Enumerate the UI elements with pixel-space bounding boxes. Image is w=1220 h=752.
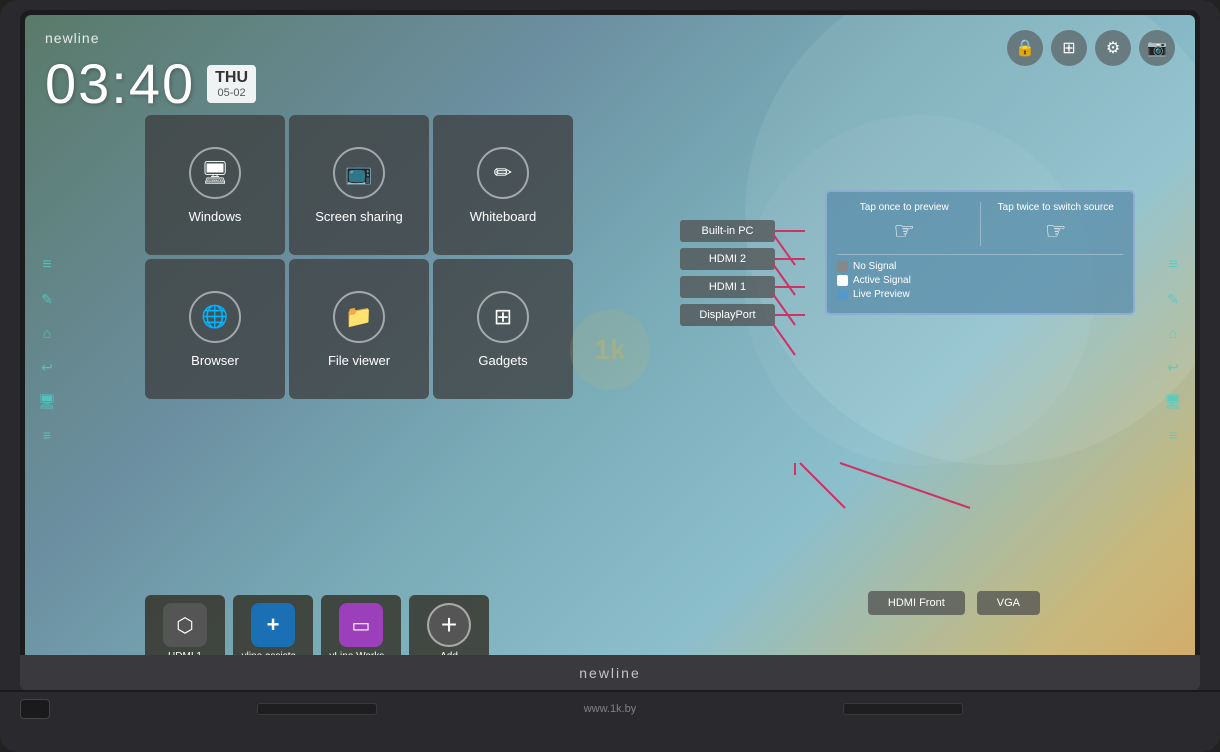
sidebar-left-annotate[interactable]: ✎ bbox=[33, 285, 61, 313]
file-viewer-label: File viewer bbox=[328, 353, 390, 368]
displayport-row: DisplayPort bbox=[680, 304, 805, 326]
windows-icon: 🖥 bbox=[189, 147, 241, 199]
hdmi1-icon: ⬡ bbox=[163, 603, 207, 647]
grid-item-file-viewer[interactable]: 📁 File viewer bbox=[289, 259, 429, 399]
sidebar-left-menu[interactable]: ≡ bbox=[33, 251, 61, 279]
builtin-pc-row: Built-in PC bbox=[680, 220, 805, 242]
screen-sharing-icon: 📺 bbox=[333, 147, 385, 199]
tap-once-hand-icon: ☞ bbox=[893, 217, 915, 246]
clock-display: 03:40 bbox=[45, 51, 195, 116]
vline-works-icon: ▭ bbox=[339, 603, 383, 647]
hdmi-front-button[interactable]: HDMI Front bbox=[868, 591, 965, 615]
active-signal-dot bbox=[837, 275, 848, 286]
app-grid: 🖥 Windows 📺 Screen sharing ✏ Whiteboard … bbox=[145, 115, 573, 399]
sidebar-right-more[interactable]: ≡ bbox=[1159, 421, 1187, 449]
sidebar-right-menu[interactable]: ≡ bbox=[1159, 251, 1187, 279]
source-selector: Built-in PC HDMI 2 HDMI 1 DisplayPort bbox=[680, 220, 805, 326]
whiteboard-icon: ✏ bbox=[477, 147, 529, 199]
main-screen: newline 03:40 THU 05-02 🔒 ⊞ ⚙ 📷 bbox=[25, 15, 1195, 685]
tap-twice-hand-icon: ☞ bbox=[1045, 217, 1067, 246]
watermark: 1k bbox=[570, 310, 650, 390]
displayport-button[interactable]: DisplayPort bbox=[680, 304, 775, 326]
header-icon-group: 🔒 ⊞ ⚙ 📷 bbox=[1007, 30, 1175, 66]
day-display: THU bbox=[215, 69, 248, 87]
whiteboard-label: Whiteboard bbox=[470, 209, 536, 224]
sidebar-left-screen[interactable]: 🖥 bbox=[33, 387, 61, 415]
source-legend: No Signal Active Signal Live Preview bbox=[837, 254, 1123, 300]
camera-icon[interactable]: 📷 bbox=[1139, 30, 1175, 66]
gadgets-label: Gadgets bbox=[478, 353, 527, 368]
active-signal-label: Active Signal bbox=[853, 275, 911, 286]
hdmi1-source-button[interactable]: HDMI 1 bbox=[680, 276, 775, 298]
legend-live-preview: Live Preview bbox=[837, 289, 1123, 300]
base-url: www.1k.by bbox=[584, 703, 637, 715]
no-signal-label: No Signal bbox=[853, 261, 896, 272]
hdmi2-row: HDMI 2 bbox=[680, 248, 805, 270]
sidebar-left-home[interactable]: ⌂ bbox=[33, 319, 61, 347]
grid-item-windows[interactable]: 🖥 Windows bbox=[145, 115, 285, 255]
sidebar-right-screen[interactable]: 🖥 bbox=[1159, 387, 1187, 415]
tap-once-text: Tap once to preview bbox=[860, 202, 949, 213]
grid-item-gadgets[interactable]: ⊞ Gadgets bbox=[433, 259, 573, 399]
sidebar-right-annotate[interactable]: ✎ bbox=[1159, 285, 1187, 313]
lock-icon[interactable]: 🔒 bbox=[1007, 30, 1043, 66]
date-display: 05-02 bbox=[215, 87, 248, 99]
webcam bbox=[20, 699, 50, 719]
right-sidebar: ≡ ✎ ⌂ ↩ 🖥 ≡ bbox=[1159, 251, 1187, 449]
legend-active-signal: Active Signal bbox=[837, 275, 1123, 286]
preview-panel: Tap once to preview ☞ Tap twice to switc… bbox=[825, 190, 1135, 315]
browser-label: Browser bbox=[191, 353, 239, 368]
sidebar-right-back[interactable]: ↩ bbox=[1159, 353, 1187, 381]
screen-sharing-label: Screen sharing bbox=[315, 209, 402, 224]
speaker-right bbox=[843, 703, 963, 715]
grid-item-screen-sharing[interactable]: 📺 Screen sharing bbox=[289, 115, 429, 255]
live-preview-dot bbox=[837, 289, 848, 300]
settings-icon[interactable]: ⚙ bbox=[1095, 30, 1131, 66]
vga-button[interactable]: VGA bbox=[977, 591, 1040, 615]
bottom-source-buttons: HDMI Front VGA bbox=[868, 591, 1040, 615]
sidebar-left-back[interactable]: ↩ bbox=[33, 353, 61, 381]
legend-no-signal: No Signal bbox=[837, 261, 1123, 272]
sidebar-right-home[interactable]: ⌂ bbox=[1159, 319, 1187, 347]
tap-twice-text: Tap twice to switch source bbox=[998, 202, 1114, 213]
brand-logo: newline bbox=[45, 30, 256, 46]
grid-item-whiteboard[interactable]: ✏ Whiteboard bbox=[433, 115, 573, 255]
left-sidebar: ≡ ✎ ⌂ ↩ 🖥 ≡ bbox=[33, 251, 61, 449]
hdmi2-button[interactable]: HDMI 2 bbox=[680, 248, 775, 270]
hdmi1-row: HDMI 1 bbox=[680, 276, 805, 298]
no-signal-dot bbox=[837, 261, 848, 272]
browser-icon: 🌐 bbox=[189, 291, 241, 343]
speaker bbox=[257, 703, 377, 715]
builtin-pc-button[interactable]: Built-in PC bbox=[680, 220, 775, 242]
sidebar-left-more[interactable]: ≡ bbox=[33, 421, 61, 449]
display-icon[interactable]: ⊞ bbox=[1051, 30, 1087, 66]
gadgets-icon: ⊞ bbox=[477, 291, 529, 343]
file-viewer-icon: 📁 bbox=[333, 291, 385, 343]
add-icon: + bbox=[427, 603, 471, 647]
windows-label: Windows bbox=[189, 209, 242, 224]
vline-assist-icon: + bbox=[251, 603, 295, 647]
grid-item-browser[interactable]: 🌐 Browser bbox=[145, 259, 285, 399]
live-preview-label: Live Preview bbox=[853, 289, 910, 300]
screen-brand: newline bbox=[579, 665, 640, 681]
monitor-base: www.1k.by bbox=[0, 690, 1220, 725]
